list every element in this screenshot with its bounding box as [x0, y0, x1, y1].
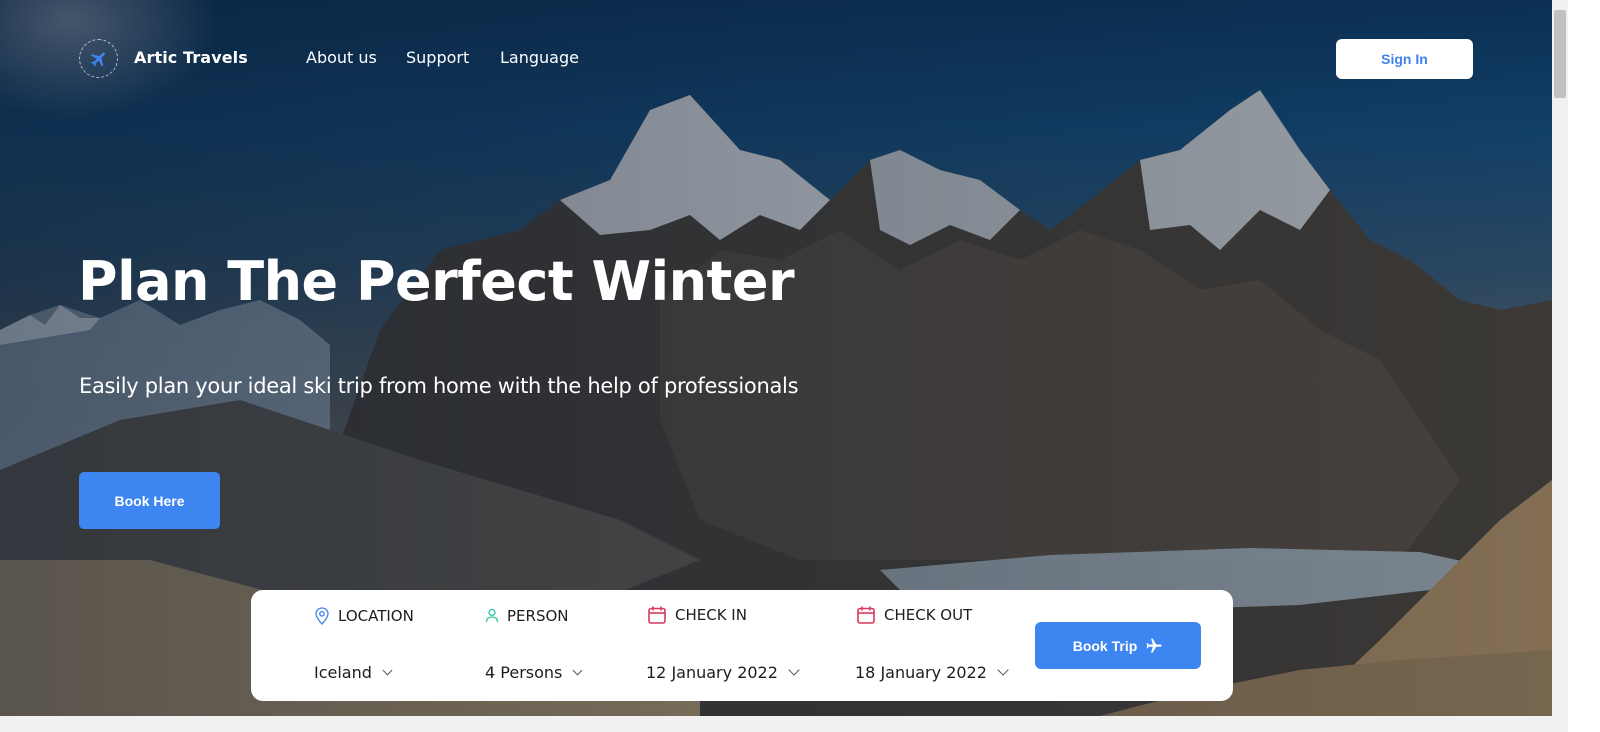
person-label: PERSON: [485, 607, 569, 625]
person-dropdown[interactable]: 4 Persons: [485, 663, 583, 682]
nav-support[interactable]: Support: [406, 48, 469, 67]
hero-section: Artic Travels About us Support Language …: [0, 0, 1552, 716]
person-value: 4 Persons: [485, 663, 563, 682]
check-in-dropdown[interactable]: 12 January 2022: [646, 663, 800, 682]
chevron-down-icon: [997, 664, 1009, 676]
booking-bar: LOCATION Iceland PERSON 4 Persons CHECK …: [251, 590, 1233, 701]
calendar-icon: [857, 606, 875, 624]
check-out-label-text: CHECK OUT: [884, 606, 973, 624]
book-here-button[interactable]: Book Here: [79, 472, 220, 529]
logo[interactable]: [79, 39, 118, 78]
hero-title: Plan The Perfect Winter: [78, 250, 795, 313]
airplane-icon: [90, 51, 105, 67]
check-out-value: 18 January 2022: [855, 663, 987, 682]
location-pin-icon: [315, 607, 329, 625]
check-in-value: 12 January 2022: [646, 663, 778, 682]
page-bottom-strip: [0, 716, 1600, 732]
location-value: Iceland: [314, 663, 372, 682]
book-trip-label: Book Trip: [1072, 637, 1138, 654]
chevron-down-icon: [788, 664, 800, 676]
airplane-icon: [1146, 638, 1162, 653]
nav-about-us[interactable]: About us: [306, 48, 377, 67]
scrollbar-thumb[interactable]: [1554, 10, 1566, 98]
location-label: LOCATION: [314, 607, 414, 625]
nav-language[interactable]: Language: [500, 48, 579, 67]
chevron-down-icon: [572, 665, 583, 675]
location-dropdown[interactable]: Iceland: [314, 663, 393, 682]
scrollbar-track[interactable]: [1552, 0, 1568, 716]
person-label-text: PERSON: [507, 607, 569, 625]
hero-subtitle: Easily plan your ideal ski trip from hom…: [79, 374, 799, 398]
check-out-label: CHECK OUT: [856, 605, 972, 625]
window-margin: [1568, 0, 1600, 732]
location-label-text: LOCATION: [338, 607, 414, 625]
calendar-icon: [648, 606, 666, 624]
check-in-label-text: CHECK IN: [675, 606, 747, 624]
check-out-dropdown[interactable]: 18 January 2022: [855, 663, 1009, 682]
chevron-down-icon: [382, 665, 393, 675]
book-trip-button[interactable]: Book Trip: [1035, 622, 1201, 669]
brand-name[interactable]: Artic Travels: [134, 48, 248, 67]
person-icon: [485, 608, 499, 623]
check-in-label: CHECK IN: [647, 605, 747, 625]
sign-in-button[interactable]: Sign In: [1336, 39, 1473, 79]
